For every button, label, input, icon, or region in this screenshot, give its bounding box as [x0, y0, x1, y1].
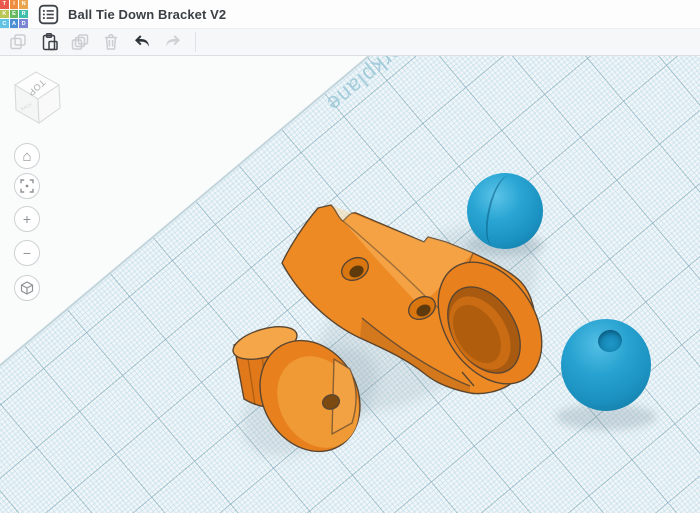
- zoom-out-button[interactable]: −: [14, 240, 40, 266]
- fit-view-button[interactable]: [14, 173, 40, 199]
- copy-button[interactable]: [5, 30, 31, 54]
- paste-icon: [39, 32, 59, 52]
- home-view-button[interactable]: ⌂: [14, 143, 40, 169]
- paste-button[interactable]: [36, 30, 62, 54]
- ball-with-hole[interactable]: [561, 319, 651, 411]
- title-bar: TIN KER CAD Ball Tie Down Bracket V2: [0, 0, 700, 28]
- delete-button[interactable]: [98, 30, 124, 54]
- home-icon: ⌂: [22, 149, 31, 164]
- tinkercad-app: TIN KER CAD Ball Tie Down Bracket V2: [0, 0, 700, 513]
- undo-button[interactable]: [129, 30, 155, 54]
- edit-toolbar: [0, 28, 700, 56]
- design-menu-button[interactable]: [37, 3, 59, 25]
- minus-icon: −: [23, 246, 31, 260]
- duplicate-icon: [70, 32, 90, 52]
- ball-top-hole: [596, 327, 625, 354]
- design-title[interactable]: Ball Tie Down Bracket V2: [68, 7, 226, 22]
- redo-icon: [163, 32, 183, 52]
- toolbar-divider: [195, 32, 196, 52]
- tinkercad-logo[interactable]: TIN KER CAD: [0, 0, 28, 28]
- zoom-in-button[interactable]: +: [14, 206, 40, 232]
- knob-plug[interactable]: [229, 320, 379, 469]
- scene-3d: [0, 56, 700, 513]
- design-menu-icon: [38, 4, 59, 25]
- ball-with-seam[interactable]: [467, 173, 543, 249]
- ball-seam-line: [480, 172, 523, 249]
- undo-icon: [132, 32, 152, 52]
- orange-parts: [0, 56, 700, 513]
- duplicate-button[interactable]: [67, 30, 93, 54]
- fit-view-icon: [20, 179, 34, 193]
- viewport-canvas[interactable]: Workplane: [0, 56, 700, 513]
- copy-icon: [8, 32, 28, 52]
- trash-icon: [101, 32, 121, 52]
- plus-icon: +: [23, 212, 31, 226]
- redo-button[interactable]: [160, 30, 186, 54]
- perspective-cube-icon: [20, 281, 34, 295]
- view-cube[interactable]: TOP BACK: [6, 66, 68, 130]
- perspective-toggle-button[interactable]: [14, 275, 40, 301]
